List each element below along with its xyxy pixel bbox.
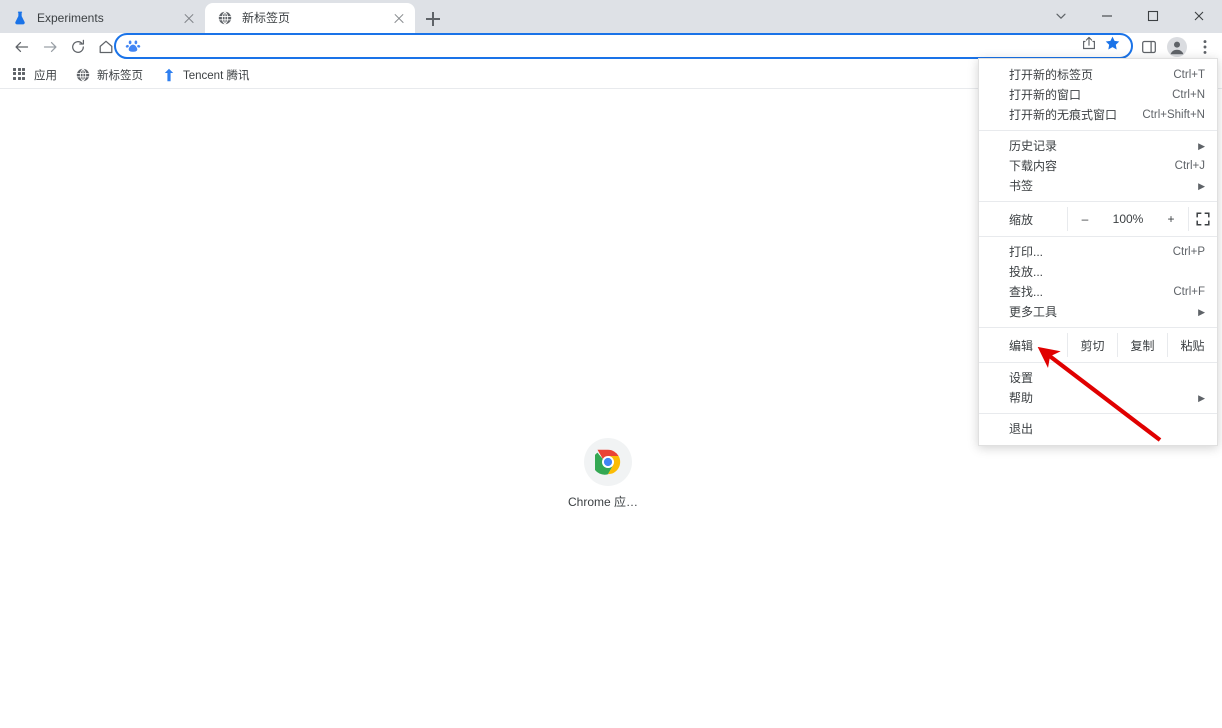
chevron-right-icon: ▶ <box>1198 180 1205 191</box>
zoom-in-button[interactable]: + <box>1154 207 1188 231</box>
menu-item-label: 查找... <box>1009 285 1044 299</box>
side-panel-icon[interactable] <box>1136 34 1162 60</box>
edit-label: 编辑 <box>1009 338 1034 353</box>
bookmark-label: 新标签页 <box>97 69 143 82</box>
flask-icon <box>12 10 28 26</box>
menu-item-accel: Ctrl+N <box>1172 89 1205 101</box>
globe-icon <box>217 10 233 26</box>
menu-item-label: 更多工具 <box>1009 305 1058 319</box>
menu-item-help[interactable]: 帮助 ▶ <box>979 388 1217 408</box>
menu-item-label: 退出 <box>1009 422 1034 436</box>
close-button[interactable] <box>1176 0 1222 32</box>
tab-new-tab-page[interactable]: 新标签页 <box>205 3 415 33</box>
menu-item-label: 投放... <box>1009 265 1044 279</box>
menu-item-label: 打开新的无痕式窗口 <box>1009 108 1118 122</box>
menu-separator <box>979 327 1217 328</box>
chrome-logo-icon <box>584 438 632 486</box>
bookmark-tencent[interactable]: Tencent 腾讯 <box>153 64 257 86</box>
menu-item-accel: Ctrl+Shift+N <box>1142 109 1205 121</box>
chrome-main-menu: 打开新的标签页 Ctrl+T 打开新的窗口 Ctrl+N 打开新的无痕式窗口 C… <box>978 58 1218 446</box>
tab-strip: Experiments 新标签页 <box>0 0 1222 33</box>
close-icon[interactable] <box>181 10 197 26</box>
profile-avatar[interactable] <box>1164 34 1190 60</box>
browser-window: Experiments 新标签页 应用 新标签页 Tencent 腾讯 Chro… <box>0 0 1222 728</box>
tencent-arrow-icon <box>161 67 177 83</box>
menu-row-edit: 编辑 剪切 复制 粘贴 <box>979 333 1217 357</box>
back-button[interactable] <box>8 33 36 61</box>
menu-item-label: 设置 <box>1009 371 1034 385</box>
menu-item-new-incognito-window[interactable]: 打开新的无痕式窗口 Ctrl+Shift+N <box>979 105 1217 125</box>
menu-item-accel: Ctrl+J <box>1174 160 1205 172</box>
zoom-level-value: 100% <box>1112 212 1144 226</box>
new-tab-button[interactable] <box>421 7 445 31</box>
menu-item-label: 打开新的标签页 <box>1009 68 1094 82</box>
menu-item-new-tab[interactable]: 打开新的标签页 Ctrl+T <box>979 65 1217 85</box>
tab-search-button[interactable] <box>1038 0 1084 32</box>
menu-item-label: 帮助 <box>1009 391 1034 405</box>
menu-item-new-window[interactable]: 打开新的窗口 Ctrl+N <box>979 85 1217 105</box>
chevron-right-icon: ▶ <box>1198 392 1205 403</box>
menu-item-accel: Ctrl+T <box>1173 69 1205 81</box>
apps-grid-icon <box>12 67 28 83</box>
bookmark-label: 应用 <box>34 69 57 82</box>
bookmark-new-tab-page[interactable]: 新标签页 <box>67 64 151 86</box>
menu-separator <box>979 362 1217 363</box>
menu-separator <box>979 236 1217 237</box>
menu-separator <box>979 130 1217 131</box>
menu-item-label: 历史记录 <box>1009 139 1058 153</box>
menu-item-bookmarks[interactable]: 书签 ▶ <box>979 176 1217 196</box>
edit-paste-button[interactable]: 粘贴 <box>1168 333 1217 357</box>
menu-item-accel: Ctrl+F <box>1173 286 1205 298</box>
menu-item-exit[interactable]: 退出 <box>979 419 1217 439</box>
shortcut-chrome-apps[interactable]: Chrome 应用... <box>568 438 648 510</box>
menu-item-label: 下载内容 <box>1009 159 1058 173</box>
bookmark-star-icon[interactable] <box>1104 35 1121 57</box>
shortcut-label: Chrome 应用... <box>568 495 648 509</box>
edit-copy-button[interactable]: 复制 <box>1118 333 1167 357</box>
zoom-out-button[interactable]: – <box>1068 207 1102 231</box>
menu-item-settings[interactable]: 设置 <box>979 368 1217 388</box>
menu-item-label: 打印... <box>1009 245 1044 259</box>
menu-item-label: 书签 <box>1009 179 1034 193</box>
maximize-button[interactable] <box>1130 0 1176 32</box>
bookmark-label: Tencent 腾讯 <box>183 69 250 82</box>
menu-separator <box>979 201 1217 202</box>
globe-icon <box>75 67 91 83</box>
menu-separator <box>979 413 1217 414</box>
address-input[interactable] <box>141 38 1081 53</box>
forward-button[interactable] <box>36 33 64 61</box>
minimize-button[interactable] <box>1084 0 1130 32</box>
address-bar[interactable] <box>114 32 1133 59</box>
window-controls <box>1038 0 1222 32</box>
menu-row-zoom: 缩放 – 100% + <box>979 207 1217 231</box>
reload-button[interactable] <box>64 33 92 61</box>
tab-title: Experiments <box>37 11 104 25</box>
menu-item-history[interactable]: 历史记录 ▶ <box>979 136 1217 156</box>
fullscreen-icon[interactable] <box>1189 207 1217 231</box>
edit-cut-button[interactable]: 剪切 <box>1068 333 1117 357</box>
menu-item-label: 打开新的窗口 <box>1009 88 1082 102</box>
menu-item-more-tools[interactable]: 更多工具 ▶ <box>979 302 1217 322</box>
menu-item-find[interactable]: 查找... Ctrl+F <box>979 282 1217 302</box>
menu-item-downloads[interactable]: 下载内容 Ctrl+J <box>979 156 1217 176</box>
toolbar-actions <box>1136 33 1218 61</box>
menu-item-cast[interactable]: 投放... <box>979 262 1217 282</box>
share-icon[interactable] <box>1081 35 1097 56</box>
chrome-menu-button[interactable] <box>1192 34 1218 60</box>
zoom-label: 缩放 <box>1009 212 1034 227</box>
tab-title: 新标签页 <box>242 11 291 25</box>
baidu-paw-icon <box>125 38 141 54</box>
menu-item-print[interactable]: 打印... Ctrl+P <box>979 242 1217 262</box>
menu-item-accel: Ctrl+P <box>1172 246 1205 258</box>
chevron-right-icon: ▶ <box>1198 306 1205 317</box>
close-icon[interactable] <box>391 10 407 26</box>
chevron-right-icon: ▶ <box>1198 140 1205 151</box>
tab-experiments[interactable]: Experiments <box>0 3 205 33</box>
bookmark-apps[interactable]: 应用 <box>4 64 65 86</box>
